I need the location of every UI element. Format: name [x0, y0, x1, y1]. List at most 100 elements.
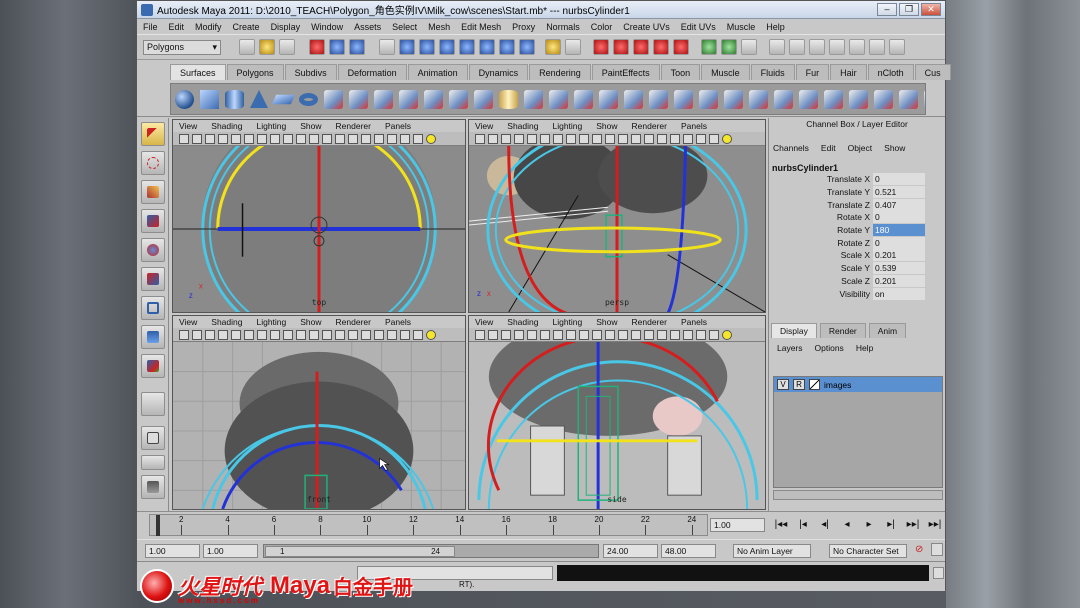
boundary-icon[interactable] [449, 89, 468, 109]
vp-menu-shading[interactable]: Shading [211, 317, 242, 327]
viewport-toolbar-icon[interactable] [566, 134, 576, 144]
channel-row[interactable]: Scale Y 0.539 [769, 262, 945, 275]
viewport-toolbar-icon[interactable] [605, 134, 615, 144]
viewport-toolbar-icon[interactable] [644, 134, 654, 144]
viewport-toolbar-icon[interactable] [205, 330, 215, 340]
stitch-icon[interactable] [899, 89, 918, 109]
last-tool-icon[interactable] [140, 354, 165, 378]
viewport-toolbar-icon[interactable] [348, 134, 358, 144]
new-scene-icon[interactable] [239, 39, 255, 55]
viewport-toolbar-icon[interactable] [218, 134, 228, 144]
intersect-icon[interactable] [549, 89, 568, 109]
viewport-top[interactable]: View Shading Lighting Show Renderer Pane… [172, 119, 466, 313]
select-dynamics-icon[interactable] [479, 39, 495, 55]
select-component-icon[interactable] [349, 39, 365, 55]
select-object-icon[interactable] [329, 39, 345, 55]
viewport-toolbar-icon[interactable] [514, 330, 524, 340]
nurbs-cylinder-icon[interactable] [225, 89, 244, 109]
shelf-tab-deformation[interactable]: Deformation [337, 64, 407, 80]
viewport-toolbar-icon[interactable] [670, 134, 680, 144]
layer-menu-options[interactable]: Options [815, 343, 844, 353]
channel-row[interactable]: Rotate Y 180 [769, 224, 945, 237]
menu-proxy[interactable]: Proxy [512, 22, 535, 32]
round-tool-icon[interactable] [849, 89, 868, 109]
shelf-tab-fluids[interactable]: Fluids [750, 64, 795, 80]
offset-surfaces-icon[interactable] [799, 89, 818, 109]
align-surfaces-icon[interactable] [699, 89, 718, 109]
viewport-toolbar-icon[interactable] [553, 134, 563, 144]
channel-row[interactable]: Translate Z 0.407 [769, 198, 945, 211]
viewport-toolbar-icon[interactable] [683, 134, 693, 144]
highlight-selection-icon[interactable] [565, 39, 581, 55]
viewport-toolbar-icon[interactable] [488, 330, 498, 340]
viewport-canvas[interactable]: side [469, 342, 765, 509]
layer-color-swatch[interactable] [809, 379, 820, 390]
planar-icon[interactable] [374, 89, 393, 109]
script-editor-icon[interactable] [933, 567, 944, 579]
viewport-toolbar-icon[interactable] [527, 134, 537, 144]
channel-label[interactable]: Scale Z [769, 276, 873, 286]
viewport-toolbar-icon[interactable] [322, 330, 332, 340]
channel-label[interactable]: Translate X [769, 174, 873, 184]
menu-file[interactable]: File [143, 22, 158, 32]
untrim-icon[interactable] [624, 89, 643, 109]
viewport-toolbar-icon[interactable] [283, 134, 293, 144]
mode-selector[interactable]: Polygons [143, 39, 221, 55]
layer-menu-layers[interactable]: Layers [777, 343, 803, 353]
channel-label[interactable]: Translate Y [769, 187, 873, 197]
menu-edit-uvs[interactable]: Edit UVs [681, 22, 716, 32]
menu-modify[interactable]: Modify [195, 22, 222, 32]
viewport-toolbar-icon[interactable] [514, 134, 524, 144]
auto-key-icon[interactable]: ⊘ [915, 544, 923, 555]
range-bar[interactable]: 1 24 [263, 544, 599, 558]
viewport-canvas[interactable]: z x top [173, 146, 465, 312]
menu-help[interactable]: Help [766, 22, 785, 32]
trim-tool-icon[interactable] [599, 89, 618, 109]
vp-menu-lighting[interactable]: Lighting [256, 317, 286, 327]
viewport-toolbar-icon[interactable] [709, 330, 719, 340]
step-forward-frame-button[interactable]: ▸| [880, 518, 902, 532]
channel-label[interactable]: Rotate Y [769, 225, 873, 235]
start-time-field[interactable]: 1.00 [145, 544, 200, 558]
viewport-toolbar-icon[interactable] [387, 330, 397, 340]
channel-row[interactable]: Rotate Z0 [769, 236, 945, 249]
revolve-icon[interactable] [324, 89, 343, 109]
channel-value[interactable]: 0 [873, 236, 925, 249]
manipulator-tool-icon[interactable] [140, 296, 165, 320]
viewport-canvas[interactable]: front [173, 342, 465, 509]
vp-menu-panels[interactable]: Panels [681, 121, 707, 131]
render-settings-icon[interactable] [829, 39, 845, 55]
rebuild-surfaces-icon[interactable] [824, 89, 843, 109]
channel-row[interactable]: Scale X 0.201 [769, 249, 945, 262]
viewport-toolbar-icon[interactable] [488, 134, 498, 144]
render-view-icon[interactable] [769, 39, 785, 55]
viewport-toolbar-icon[interactable] [592, 134, 602, 144]
shelf-tab-animation[interactable]: Animation [407, 64, 468, 80]
channel-value[interactable]: 0.521 [873, 186, 925, 199]
viewport-toolbar-icon[interactable] [257, 330, 267, 340]
viewport-toolbar-icon[interactable] [192, 330, 202, 340]
viewport-toolbar-icon[interactable] [605, 330, 615, 340]
extrude-icon[interactable] [399, 89, 418, 109]
show-channel-box-icon[interactable] [889, 39, 905, 55]
viewport-toolbar-icon[interactable] [244, 330, 254, 340]
current-time-marker[interactable] [156, 515, 160, 536]
viewport-toolbar-icon[interactable] [553, 330, 563, 340]
viewport-toolbar-icon[interactable] [657, 330, 667, 340]
channel-value[interactable]: 0 [873, 211, 925, 224]
vp-menu-panels[interactable]: Panels [385, 317, 411, 327]
menu-select[interactable]: Select [392, 22, 417, 32]
vp-menu-shading[interactable]: Shading [507, 121, 538, 131]
four-view-layout-icon[interactable] [140, 455, 165, 470]
shelf-tab-hair[interactable]: Hair [830, 64, 867, 80]
viewport-toolbar-icon[interactable] [387, 134, 397, 144]
shelf-tab-dynamics[interactable]: Dynamics [468, 64, 529, 80]
menu-muscle[interactable]: Muscle [727, 22, 756, 32]
viewport-toolbar-icon[interactable] [540, 134, 550, 144]
viewport-toolbar-icon[interactable] [566, 330, 576, 340]
range-handle[interactable]: 1 24 [265, 546, 455, 557]
lock-selection-icon[interactable] [545, 39, 561, 55]
viewport-toolbar-icon[interactable] [696, 134, 706, 144]
lasso-tool-icon[interactable] [140, 151, 165, 175]
viewport-toolbar-icon[interactable] [618, 330, 628, 340]
